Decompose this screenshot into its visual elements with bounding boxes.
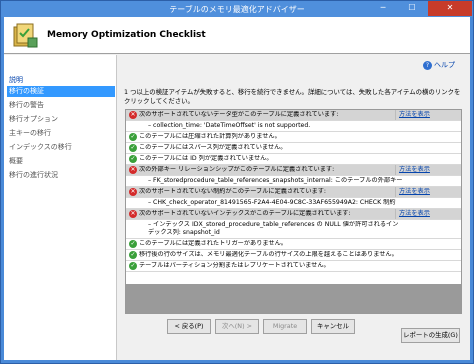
step-migration-warnings: 移行の警告: [9, 101, 44, 109]
app-window: テーブルのメモリ最適化アドバイザー ─ ☐ ✕ Memory Optimizat…: [0, 0, 474, 364]
validation-detail-row: – collection_time: 'DateTimeOffset' is n…: [126, 121, 461, 132]
error-icon: ✕: [129, 188, 137, 196]
validation-text: このテーブルには圧縮された計算列がありません。: [139, 133, 281, 140]
validation-detail-row: – インデックス IDX_stored_procedure_table_refe…: [126, 220, 461, 239]
check-icon: ✓: [129, 133, 137, 141]
close-button[interactable]: ✕: [428, 1, 472, 16]
validation-text: 次のサポートされていない制約がこのテーブルに定義されています:: [139, 188, 326, 195]
validation-text: 次の外部キー リレーションシップがこのテーブルに定義されています:: [139, 166, 335, 173]
show-how-link[interactable]: 方法を表示: [395, 165, 461, 175]
wizard-body: Memory Optimization Checklist 説明 移行の検証 移…: [4, 17, 470, 360]
check-icon: ✓: [129, 262, 137, 270]
validation-text: このテーブルには定義されたトリガーがありません。: [139, 240, 287, 247]
check-icon: ✓: [129, 144, 137, 152]
wizard-steps: 説明 移行の検証 移行の警告 移行オプション 主キーの移行 インデックスの移行 …: [4, 55, 117, 360]
validation-row[interactable]: ✓ このテーブルには ID 列が定義されていません。: [126, 154, 461, 165]
validation-row[interactable]: ✕ 次のサポートされていないデータ型がこのテーブルに定義されています: 方法を表…: [126, 110, 461, 121]
minimize-button[interactable]: ─: [369, 1, 397, 16]
step-index-migration: インデックスの移行: [9, 143, 72, 151]
show-how-link[interactable]: 方法を表示: [395, 209, 461, 219]
validation-detail-text: – FK_storedprocedure_table_references_sn…: [148, 177, 403, 184]
validation-row[interactable]: ✓ 移行後の行のサイズは、メモリ最適化テーブルの行サイズの上限を越えることはあり…: [126, 250, 461, 261]
next-button[interactable]: 次へ(N) >: [215, 319, 259, 334]
validation-row[interactable]: ✓ このテーブルには圧縮された計算列がありません。: [126, 132, 461, 143]
validation-row[interactable]: ✓ テーブルはパーティション分割またはレプリケートされていません。: [126, 261, 461, 272]
validation-row[interactable]: ✕ 次の外部キー リレーションシップがこのテーブルに定義されています: 方法を表…: [126, 165, 461, 176]
validation-detail-text: – インデックス IDX_stored_procedure_table_refe…: [148, 221, 399, 236]
validation-row[interactable]: ✕ 次のサポートされていないインデックスがこのテーブルに定義されています: 方法…: [126, 209, 461, 220]
error-icon: ✕: [129, 111, 137, 119]
step-summary: 概要: [9, 157, 23, 165]
show-how-link[interactable]: 方法を表示: [395, 110, 461, 120]
grid-empty-area: [126, 284, 461, 313]
back-button[interactable]: < 戻る(P): [167, 319, 211, 334]
validation-text: 次のサポートされていないデータ型がこのテーブルに定義されています:: [139, 111, 339, 118]
step-migration-progress: 移行の進行状況: [9, 171, 58, 179]
validation-row[interactable]: ✓ このテーブルには定義されたトリガーがありません。: [126, 239, 461, 250]
help-label: ヘルプ: [434, 61, 455, 69]
validation-results-grid[interactable]: ✕ 次のサポートされていないデータ型がこのテーブルに定義されています: 方法を表…: [125, 109, 462, 314]
maximize-button[interactable]: ☐: [398, 1, 426, 16]
step-migration-validation[interactable]: 移行の検証: [7, 86, 115, 97]
show-how-link[interactable]: 方法を表示: [395, 187, 461, 197]
validation-row[interactable]: ✕ 次のサポートされていない制約がこのテーブルに定義されています: 方法を表示: [126, 187, 461, 198]
validation-detail-row: – CHK_check_operator_81491565-F2A4-4E04-…: [126, 198, 461, 209]
validation-text: 移行後の行のサイズは、メモリ最適化テーブルの行サイズの上限を越えることはありませ…: [139, 251, 394, 258]
validation-detail-text: – collection_time: 'DateTimeOffset' is n…: [148, 122, 311, 129]
cancel-button[interactable]: キャンセル: [311, 319, 355, 334]
error-icon: ✕: [129, 210, 137, 218]
wizard-header: Memory Optimization Checklist: [4, 17, 470, 54]
main-panel: ? ヘルプ 1 つ以上の検証アイテムが失敗すると、移行を続行できません。詳細につい…: [118, 55, 470, 360]
validation-text: テーブルはパーティション分割またはレプリケートされていません。: [139, 262, 330, 269]
validation-detail-row: – FK_storedprocedure_table_references_sn…: [126, 176, 461, 187]
validation-row[interactable]: ✓ このテーブルにはスパース列が定義されていません。: [126, 143, 461, 154]
help-icon: ?: [423, 60, 432, 70]
step-migration-options: 移行オプション: [9, 115, 58, 123]
validation-text: 次のサポートされていないインデックスがこのテーブルに定義されています:: [139, 210, 351, 217]
generate-report-button[interactable]: レポートの生成(G): [401, 328, 460, 343]
check-icon: ✓: [129, 251, 137, 259]
step-description[interactable]: 説明: [7, 75, 115, 86]
validation-text: このテーブルには ID 列が定義されていません。: [139, 155, 273, 162]
validation-text: このテーブルにはスパース列が定義されていません。: [139, 144, 287, 151]
intro-text: 1 つ以上の検証アイテムが失敗すると、移行を続行できません。詳細については、失敗…: [124, 88, 461, 105]
step-primary-key-migration: 主キーの移行: [9, 129, 51, 137]
help-link[interactable]: ? ヘルプ: [423, 60, 455, 70]
validation-detail-text: – CHK_check_operator_81491565-F2A4-4E04-…: [148, 199, 396, 206]
migrate-button[interactable]: Migrate: [263, 319, 307, 334]
error-icon: ✕: [129, 166, 137, 174]
page-title: Memory Optimization Checklist: [47, 30, 206, 40]
title-bar[interactable]: テーブルのメモリ最適化アドバイザー ─ ☐ ✕: [1, 1, 473, 17]
checklist-icon: [13, 23, 38, 48]
check-icon: ✓: [129, 155, 137, 163]
check-icon: ✓: [129, 240, 137, 248]
